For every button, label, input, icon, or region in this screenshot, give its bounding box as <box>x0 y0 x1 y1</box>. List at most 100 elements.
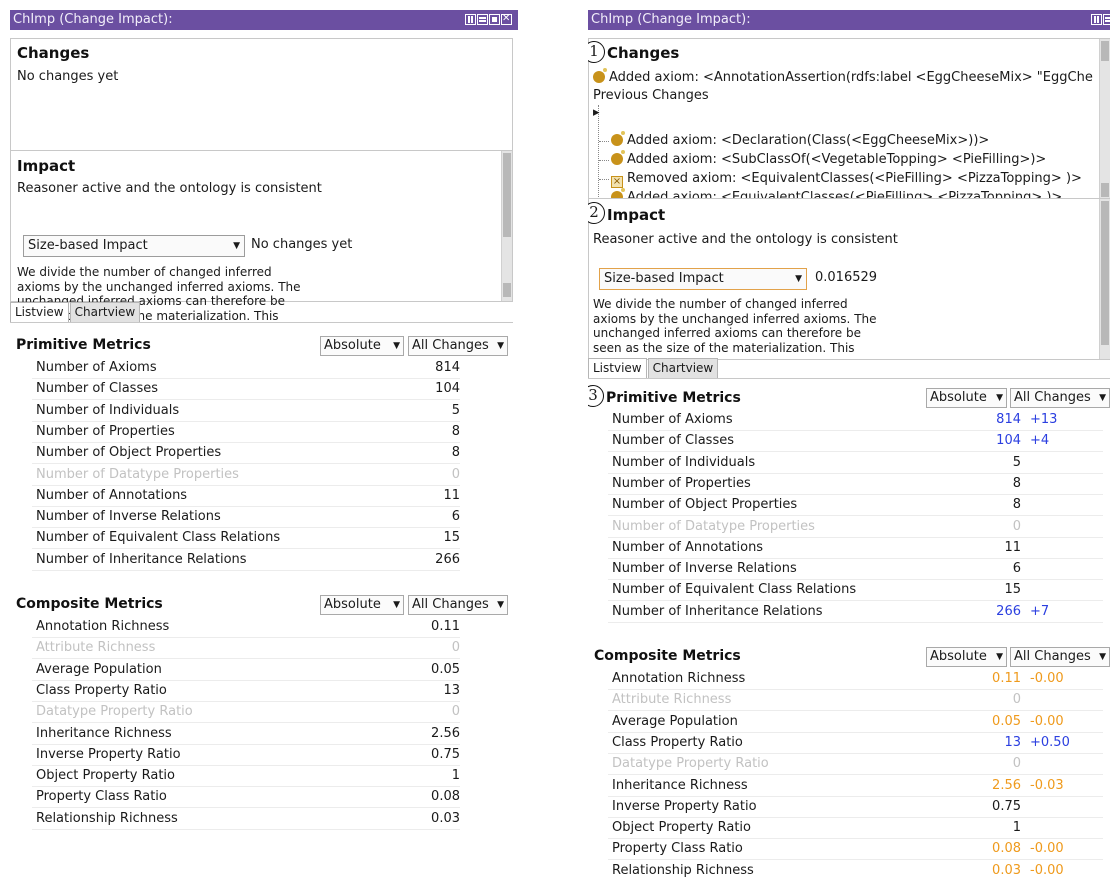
metric-value: 104 <box>435 381 460 397</box>
metric-label: Number of Inverse Relations <box>36 509 221 525</box>
right-primitive-filter-dropdown[interactable]: All Changes ▼ <box>1010 388 1110 408</box>
metric-row: Number of Inheritance Relations 266 <box>32 550 460 571</box>
chevron-down-icon: ▼ <box>1099 652 1106 662</box>
metric-label: Number of Properties <box>612 475 751 491</box>
metric-label: Number of Annotations <box>36 487 188 503</box>
metric-value: 0.05 <box>431 661 460 677</box>
metric-value: 13 <box>443 682 460 698</box>
chevron-down-icon: ▼ <box>497 341 504 351</box>
right-impact-mode-value: Size-based Impact <box>604 271 724 286</box>
previous-changes-label: Previous Changes <box>593 88 709 103</box>
metric-value: 0.05 <box>992 713 1021 729</box>
scrollbar-thumb[interactable] <box>503 153 511 237</box>
tree-connector <box>599 141 609 142</box>
metric-label: Number of Object Properties <box>36 445 222 461</box>
metric-value: 0.75 <box>992 798 1021 814</box>
metric-row: Object Property Ratio 1 <box>608 818 1103 840</box>
change-item[interactable]: × Removed axiom: <EquivalentClasses(<PieF… <box>611 171 1082 188</box>
metric-row: Number of Inverse Relations 6 <box>32 507 460 529</box>
marker-2: 2 <box>588 202 605 224</box>
metric-row: Number of Annotations 11 <box>32 486 460 507</box>
right-composite-filter-dropdown[interactable]: All Changes ▼ <box>1010 647 1110 667</box>
metric-label: Annotation Richness <box>612 671 746 686</box>
scrollbar-thumb[interactable] <box>1101 201 1109 345</box>
minimize-icon[interactable] <box>477 14 488 25</box>
left-primitive-filter-dropdown[interactable]: All Changes ▼ <box>408 336 508 356</box>
metric-row: Number of Axioms 814 +13 <box>608 410 1103 431</box>
metric-row: Relationship Richness 0.03 <box>32 809 460 830</box>
left-primitive-mode-dropdown[interactable]: Absolute ▼ <box>320 336 404 356</box>
metric-value: 266 <box>996 603 1021 619</box>
maximize-icon[interactable] <box>489 14 500 25</box>
metric-value: 6 <box>451 509 460 525</box>
right-impact-mode-dropdown[interactable]: Size-based Impact ▼ <box>599 268 807 290</box>
metric-row: Number of Inverse Relations 6 <box>608 559 1103 581</box>
metric-value: 8 <box>451 445 460 461</box>
metric-label: Attribute Richness <box>36 640 156 656</box>
right-changes-section: 1 Changes Added axiom: <AnnotationAssert… <box>588 38 1110 224</box>
metric-value: 814 <box>996 412 1021 427</box>
split-view-icon[interactable] <box>1091 14 1102 25</box>
metric-row: Inheritance Richness 2.56 <box>32 724 460 745</box>
right-primitive-mode-dropdown[interactable]: Absolute ▼ <box>926 388 1007 408</box>
tree-expand-icon[interactable]: ▸ <box>593 105 600 120</box>
tab-listview[interactable]: Listview <box>10 302 69 322</box>
metric-value: 104 <box>996 433 1021 449</box>
right-impact-scrollbar[interactable] <box>1099 199 1110 359</box>
metric-row: Datatype Property Ratio 0 <box>32 702 460 724</box>
left-primitive-title: Primitive Metrics <box>16 337 151 353</box>
added-axiom-icon <box>611 131 625 146</box>
right-title-bar: ChImp (Change Impact): <box>588 10 1110 30</box>
metric-label: Number of Inheritance Relations <box>612 603 823 619</box>
metric-value: 0.11 <box>431 619 460 634</box>
metric-row: Attribute Richness 0 <box>608 690 1103 712</box>
right-impact-description: We divide the number of changed inferred… <box>593 297 913 355</box>
scrollbar-thumb[interactable] <box>1101 41 1109 61</box>
metric-row: Inverse Property Ratio 0.75 <box>32 745 460 766</box>
right-chimp-panel: ChImp (Change Impact): 1 Changes Added a… <box>588 10 1110 879</box>
change-text: Added axiom: <SubClassOf(<VegetableToppi… <box>627 152 1047 167</box>
latest-change-item[interactable]: Added axiom: <AnnotationAssertion(rdfs:l… <box>593 68 1093 85</box>
right-impact-heading: Impact <box>607 206 666 224</box>
minimize-icon[interactable] <box>1103 14 1110 25</box>
change-item[interactable]: Added axiom: <SubClassOf(<VegetableToppi… <box>611 150 1047 167</box>
desc-line: seen as the size of the materialization.… <box>593 340 855 355</box>
left-composite-mode-dropdown[interactable]: Absolute ▼ <box>320 595 404 615</box>
left-composite-filter-dropdown[interactable]: All Changes ▼ <box>408 595 508 615</box>
metric-value: 0.03 <box>431 810 460 826</box>
tab-chartview[interactable]: Chartview <box>647 358 719 378</box>
close-icon[interactable] <box>501 13 512 25</box>
split-view-icon[interactable] <box>465 14 476 25</box>
metric-value: 2.56 <box>431 725 460 741</box>
metric-label: Property Class Ratio <box>612 841 743 857</box>
mode-value: Absolute <box>324 338 381 353</box>
metric-label: Number of Inheritance Relations <box>36 551 247 567</box>
change-text: Removed axiom: <EquivalentClasses(<PieFi… <box>627 171 1082 186</box>
scrollbar-end[interactable] <box>1101 183 1109 197</box>
added-axiom-icon <box>611 150 625 165</box>
metric-label: Relationship Richness <box>612 862 754 878</box>
chevron-down-icon: ▼ <box>393 600 400 610</box>
right-view-tabs: Listview Chartview <box>588 358 719 378</box>
left-impact-status: Reasoner active and the ontology is cons… <box>17 181 322 196</box>
left-impact-mode-dropdown[interactable]: Size-based Impact ▼ <box>23 235 245 257</box>
filter-value: All Changes <box>1014 649 1091 664</box>
metric-delta: +7 <box>1030 603 1050 619</box>
right-composite-mode-dropdown[interactable]: Absolute ▼ <box>926 647 1007 667</box>
tab-listview[interactable]: Listview <box>588 358 647 378</box>
metric-label: Number of Axioms <box>36 360 157 375</box>
desc-line: unchanged inferred axioms can therefore … <box>593 326 861 340</box>
metric-delta: -0.00 <box>1030 671 1064 686</box>
metric-value: 11 <box>443 487 460 503</box>
scrollbar-end[interactable] <box>503 283 511 297</box>
left-impact-scrollbar[interactable] <box>501 151 512 301</box>
metric-label: Average Population <box>36 661 162 677</box>
metric-value: 0.11 <box>992 671 1021 686</box>
metric-row: Property Class Ratio 0.08 -0.00 <box>608 839 1103 861</box>
metric-label: Number of Datatype Properties <box>36 466 239 482</box>
tab-chartview[interactable]: Chartview <box>69 302 141 322</box>
change-item[interactable]: Added axiom: <Declaration(Class(<EggChee… <box>611 131 989 148</box>
right-primitive-title: Primitive Metrics <box>606 390 741 406</box>
right-changes-scrollbar[interactable] <box>1099 39 1110 201</box>
metric-value: 0.75 <box>431 746 460 762</box>
